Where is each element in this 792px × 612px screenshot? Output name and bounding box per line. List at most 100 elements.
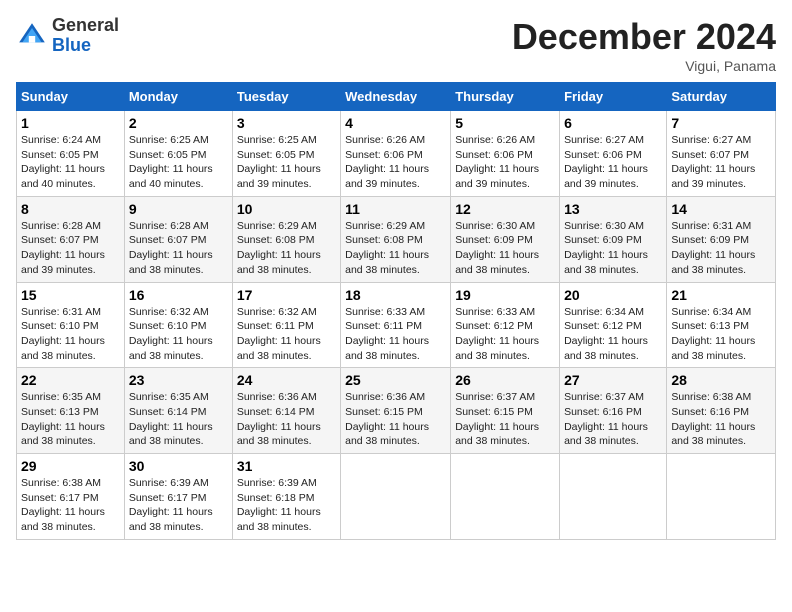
logo: General Blue [16, 16, 119, 56]
location: Vigui, Panama [512, 58, 776, 74]
calendar-week-row: 22 Sunrise: 6:35 AMSunset: 6:13 PMDayligh… [17, 368, 776, 454]
day-number: 8 [21, 201, 120, 217]
calendar-cell: 24Sunrise: 6:36 AMSunset: 6:14 PMDayligh… [232, 368, 340, 454]
calendar-cell [560, 454, 667, 540]
day-number: 6 [564, 115, 662, 131]
day-number: 17 [237, 287, 336, 303]
calendar-cell: 3 Sunrise: 6:25 AMSunset: 6:05 PMDaylight… [232, 111, 340, 197]
day-number: 3 [237, 115, 336, 131]
day-number: 18 [345, 287, 446, 303]
month-title: December 2024 [512, 16, 776, 58]
cell-details: Sunrise: 6:37 AMSunset: 6:16 PMDaylight:… [564, 391, 648, 447]
calendar-cell: 12 Sunrise: 6:30 AMSunset: 6:09 PMDayligh… [451, 196, 560, 282]
cell-details: Sunrise: 6:24 AMSunset: 6:05 PMDaylight:… [21, 134, 105, 190]
day-number: 15 [21, 287, 120, 303]
calendar-cell: 8 Sunrise: 6:28 AMSunset: 6:07 PMDaylight… [17, 196, 125, 282]
calendar-cell: 10 Sunrise: 6:29 AMSunset: 6:08 PMDayligh… [232, 196, 340, 282]
calendar-cell: 21 Sunrise: 6:34 AMSunset: 6:13 PMDayligh… [667, 282, 776, 368]
calendar-cell: 16Sunrise: 6:32 AMSunset: 6:10 PMDayligh… [124, 282, 232, 368]
calendar-cell: 2 Sunrise: 6:25 AMSunset: 6:05 PMDaylight… [124, 111, 232, 197]
calendar-cell: 23 Sunrise: 6:35 AMSunset: 6:14 PMDayligh… [124, 368, 232, 454]
cell-details: Sunrise: 6:29 AMSunset: 6:08 PMDaylight:… [345, 220, 429, 276]
calendar-cell: 22 Sunrise: 6:35 AMSunset: 6:13 PMDayligh… [17, 368, 125, 454]
day-number: 19 [455, 287, 555, 303]
cell-details: Sunrise: 6:32 AMSunset: 6:11 PMDaylight:… [237, 306, 321, 362]
day-number: 21 [671, 287, 771, 303]
cell-details: Sunrise: 6:33 AMSunset: 6:12 PMDaylight:… [455, 306, 539, 362]
cell-details: Sunrise: 6:39 AMSunset: 6:18 PMDaylight:… [237, 477, 321, 533]
calendar-cell [341, 454, 451, 540]
day-number: 4 [345, 115, 446, 131]
cell-details: Sunrise: 6:30 AMSunset: 6:09 PMDaylight:… [455, 220, 539, 276]
calendar-cell: 15 Sunrise: 6:31 AMSunset: 6:10 PMDayligh… [17, 282, 125, 368]
cell-details: Sunrise: 6:35 AMSunset: 6:14 PMDaylight:… [129, 391, 213, 447]
header-tuesday: Tuesday [232, 83, 340, 111]
cell-details: Sunrise: 6:39 AMSunset: 6:17 PMDaylight:… [129, 477, 213, 533]
logo-general-text: General [52, 15, 119, 35]
header-thursday: Thursday [451, 83, 560, 111]
day-number: 5 [455, 115, 555, 131]
cell-details: Sunrise: 6:30 AMSunset: 6:09 PMDaylight:… [564, 220, 648, 276]
calendar-table: SundayMondayTuesdayWednesdayThursdayFrid… [16, 82, 776, 540]
calendar-cell: 29 Sunrise: 6:38 AMSunset: 6:17 PMDayligh… [17, 454, 125, 540]
calendar-cell: 1 Sunrise: 6:24 AMSunset: 6:05 PMDaylight… [17, 111, 125, 197]
logo-icon [16, 20, 48, 52]
day-number: 29 [21, 458, 120, 474]
day-number: 1 [21, 115, 120, 131]
header-wednesday: Wednesday [341, 83, 451, 111]
cell-details: Sunrise: 6:28 AMSunset: 6:07 PMDaylight:… [129, 220, 213, 276]
calendar-cell: 30 Sunrise: 6:39 AMSunset: 6:17 PMDayligh… [124, 454, 232, 540]
calendar-cell: 18 Sunrise: 6:33 AMSunset: 6:11 PMDayligh… [341, 282, 451, 368]
cell-details: Sunrise: 6:27 AMSunset: 6:07 PMDaylight:… [671, 134, 755, 190]
day-number: 12 [455, 201, 555, 217]
cell-details: Sunrise: 6:34 AMSunset: 6:12 PMDaylight:… [564, 306, 648, 362]
calendar-cell [451, 454, 560, 540]
calendar-cell: 11 Sunrise: 6:29 AMSunset: 6:08 PMDayligh… [341, 196, 451, 282]
calendar-cell: 13Sunrise: 6:30 AMSunset: 6:09 PMDayligh… [560, 196, 667, 282]
day-number: 14 [671, 201, 771, 217]
cell-details: Sunrise: 6:38 AMSunset: 6:17 PMDaylight:… [21, 477, 105, 533]
day-number: 9 [129, 201, 228, 217]
header-saturday: Saturday [667, 83, 776, 111]
page-header: General Blue December 2024 Vigui, Panama [16, 16, 776, 74]
calendar-cell: 7 Sunrise: 6:27 AMSunset: 6:07 PMDaylight… [667, 111, 776, 197]
cell-details: Sunrise: 6:29 AMSunset: 6:08 PMDaylight:… [237, 220, 321, 276]
calendar-cell: 5 Sunrise: 6:26 AMSunset: 6:06 PMDaylight… [451, 111, 560, 197]
day-number: 2 [129, 115, 228, 131]
day-number: 31 [237, 458, 336, 474]
cell-details: Sunrise: 6:28 AMSunset: 6:07 PMDaylight:… [21, 220, 105, 276]
day-number: 27 [564, 372, 662, 388]
cell-details: Sunrise: 6:26 AMSunset: 6:06 PMDaylight:… [455, 134, 539, 190]
calendar-cell: 17 Sunrise: 6:32 AMSunset: 6:11 PMDayligh… [232, 282, 340, 368]
cell-details: Sunrise: 6:31 AMSunset: 6:10 PMDaylight:… [21, 306, 105, 362]
day-number: 25 [345, 372, 446, 388]
calendar-cell: 19 Sunrise: 6:33 AMSunset: 6:12 PMDayligh… [451, 282, 560, 368]
day-number: 26 [455, 372, 555, 388]
cell-details: Sunrise: 6:26 AMSunset: 6:06 PMDaylight:… [345, 134, 429, 190]
header-friday: Friday [560, 83, 667, 111]
day-number: 23 [129, 372, 228, 388]
day-number: 7 [671, 115, 771, 131]
calendar-cell: 20 Sunrise: 6:34 AMSunset: 6:12 PMDayligh… [560, 282, 667, 368]
cell-details: Sunrise: 6:33 AMSunset: 6:11 PMDaylight:… [345, 306, 429, 362]
day-number: 30 [129, 458, 228, 474]
cell-details: Sunrise: 6:25 AMSunset: 6:05 PMDaylight:… [237, 134, 321, 190]
calendar-cell: 27 Sunrise: 6:37 AMSunset: 6:16 PMDayligh… [560, 368, 667, 454]
day-number: 20 [564, 287, 662, 303]
day-number: 10 [237, 201, 336, 217]
calendar-cell: 6Sunrise: 6:27 AMSunset: 6:06 PMDaylight… [560, 111, 667, 197]
title-block: December 2024 Vigui, Panama [512, 16, 776, 74]
calendar-week-row: 29 Sunrise: 6:38 AMSunset: 6:17 PMDayligh… [17, 454, 776, 540]
cell-details: Sunrise: 6:38 AMSunset: 6:16 PMDaylight:… [671, 391, 755, 447]
cell-details: Sunrise: 6:25 AMSunset: 6:05 PMDaylight:… [129, 134, 213, 190]
cell-details: Sunrise: 6:34 AMSunset: 6:13 PMDaylight:… [671, 306, 755, 362]
day-number: 11 [345, 201, 446, 217]
calendar-cell: 4 Sunrise: 6:26 AMSunset: 6:06 PMDaylight… [341, 111, 451, 197]
day-number: 28 [671, 372, 771, 388]
cell-details: Sunrise: 6:35 AMSunset: 6:13 PMDaylight:… [21, 391, 105, 447]
day-number: 22 [21, 372, 120, 388]
calendar-cell: 28 Sunrise: 6:38 AMSunset: 6:16 PMDayligh… [667, 368, 776, 454]
cell-details: Sunrise: 6:37 AMSunset: 6:15 PMDaylight:… [455, 391, 539, 447]
header-sunday: Sunday [17, 83, 125, 111]
calendar-cell: 14Sunrise: 6:31 AMSunset: 6:09 PMDayligh… [667, 196, 776, 282]
